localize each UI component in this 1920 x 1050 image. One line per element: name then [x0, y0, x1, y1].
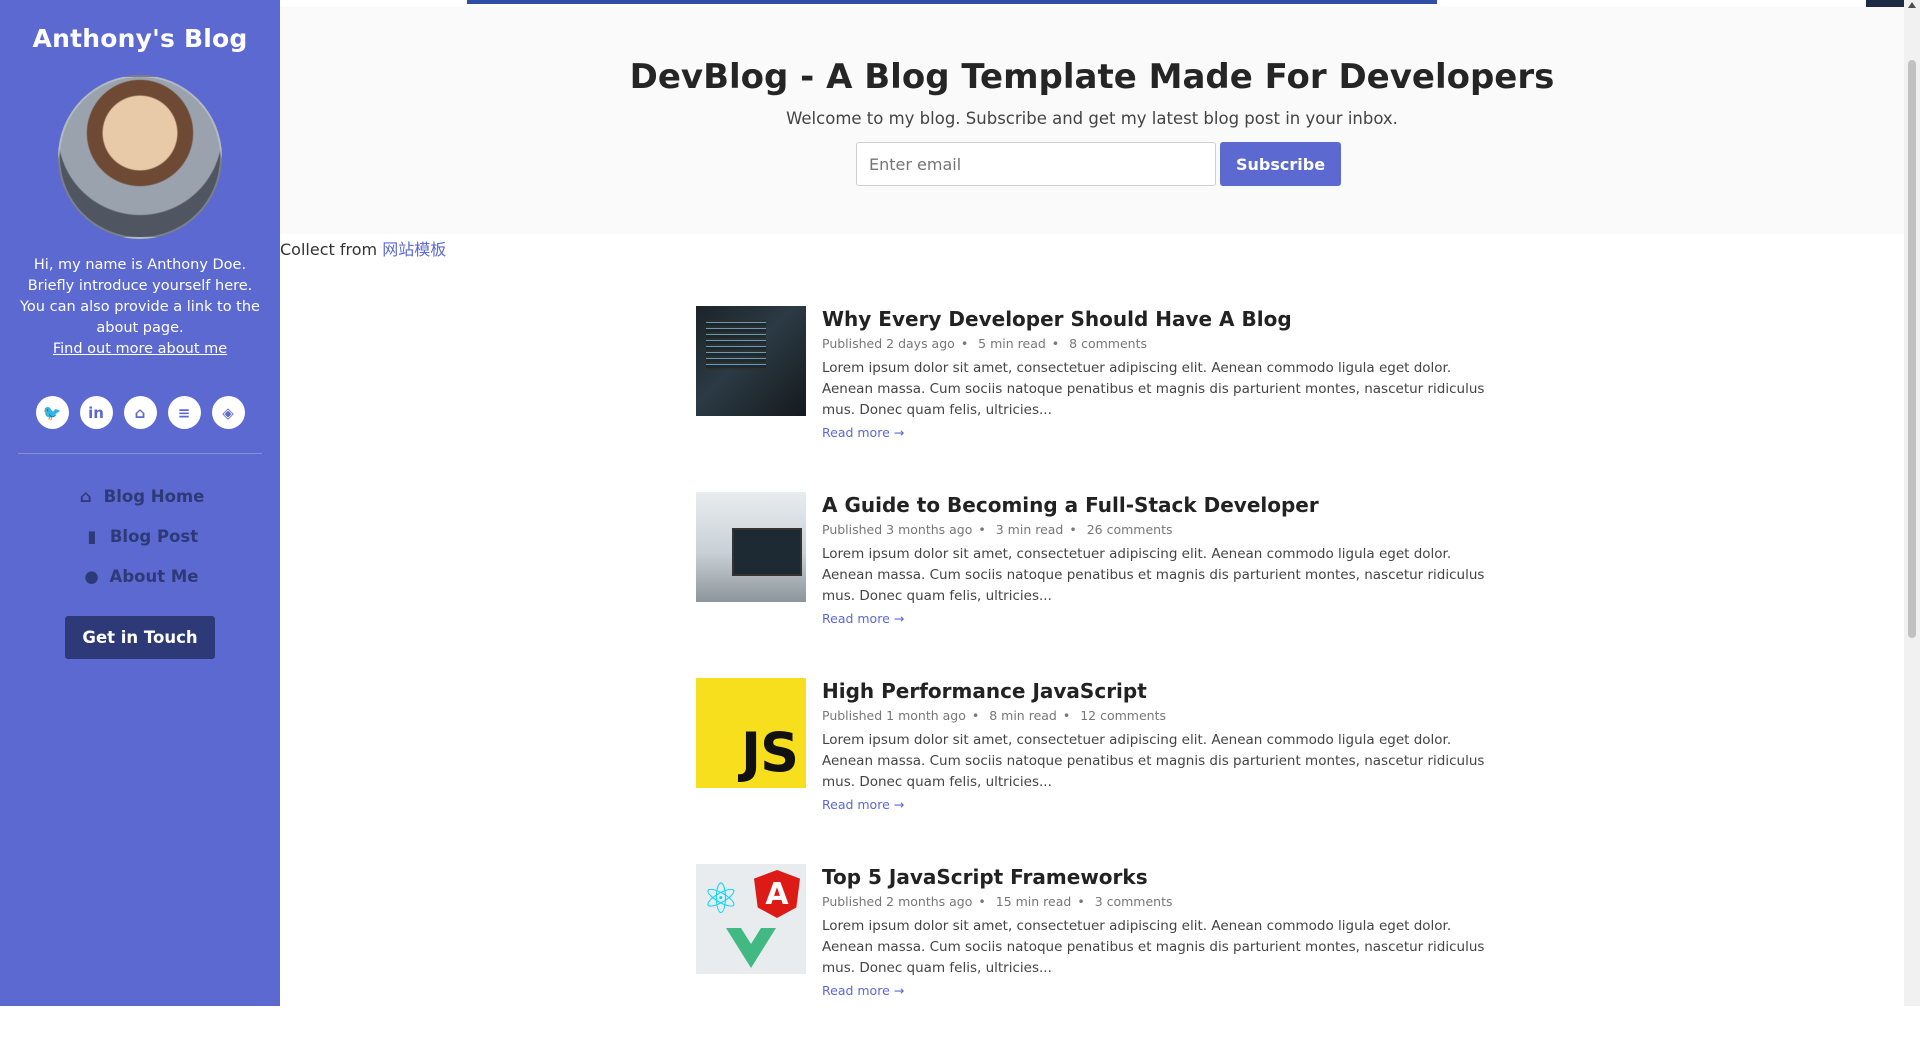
signup-form: Subscribe: [856, 142, 1342, 186]
post-date: Published 2 days ago: [822, 336, 955, 351]
post-item: ⚛ A Top 5 JavaScript Frameworks Publishe…: [696, 864, 1496, 1050]
angular-logo-icon: A: [754, 870, 800, 918]
codepen-icon[interactable]: ◈: [211, 396, 245, 429]
post-item: Why Every Developer Should Have A Blog P…: [696, 306, 1496, 492]
hero-section: DevBlog - A Blog Template Made For Devel…: [280, 7, 1904, 234]
post-excerpt: Lorem ipsum dolor sit amet, consectetuer…: [822, 546, 1485, 604]
post-title[interactable]: Why Every Developer Should Have A Blog: [822, 306, 1496, 332]
react-logo-icon: ⚛: [702, 874, 740, 923]
post-excerpt: Lorem ipsum dolor sit amet, consectetuer…: [822, 918, 1485, 976]
post-comments[interactable]: 26 comments: [1087, 522, 1173, 537]
post-read-time: 5 min read: [978, 336, 1046, 351]
nav-item-label: About Me: [109, 566, 199, 586]
post-excerpt: Lorem ipsum dolor sit amet, consectetuer…: [822, 732, 1485, 790]
get-in-touch-button[interactable]: Get in Touch: [65, 616, 215, 659]
post-read-time: 15 min read: [995, 894, 1072, 909]
twitter-icon[interactable]: 🐦: [35, 396, 69, 429]
post-thumbnail-laptop-desk[interactable]: [696, 492, 806, 602]
collect-link[interactable]: 网站模板: [382, 240, 446, 259]
post-meta: Published 3 months ago • 3 min read • 26 c…: [822, 522, 1173, 537]
post-meta: Published 2 months ago • 15 min read • 3 c…: [822, 894, 1173, 909]
post-meta: Published 1 month ago • 8 min read • 12 co…: [822, 708, 1166, 723]
post-date: Published 2 months ago: [822, 894, 973, 909]
sidebar-divider: [18, 453, 262, 454]
nav-item-blog-home[interactable]: ⌂ Blog Home: [0, 476, 280, 516]
post-date: Published 3 months ago: [822, 522, 973, 537]
post-item: A Guide to Becoming a Full-Stack Develop…: [696, 492, 1496, 678]
js-logo-text: JS: [741, 721, 799, 784]
nav-item-blog-post[interactable]: ▮ Blog Post: [0, 516, 280, 556]
page-title: DevBlog - A Blog Template Made For Devel…: [629, 57, 1555, 97]
social-links: 🐦 in ⌂ ≡ ◈: [0, 396, 280, 429]
scrollbar-thumb[interactable]: [1908, 60, 1916, 638]
post-read-time: 3 min read: [995, 522, 1064, 537]
nav-item-about-me[interactable]: ● About Me: [0, 556, 280, 596]
post-comments[interactable]: 12 comments: [1080, 708, 1166, 723]
post-date: Published 1 month ago: [822, 708, 966, 723]
github-icon[interactable]: ⌂: [123, 396, 157, 429]
read-more-link[interactable]: Read more →: [822, 983, 904, 998]
about-link[interactable]: Find out more about me: [53, 339, 227, 360]
email-input[interactable]: [856, 142, 1216, 186]
vue-logo-icon: [726, 928, 776, 968]
hero-tagline: Welcome to my blog. Subscribe and get my…: [786, 109, 1398, 128]
subscribe-button[interactable]: Subscribe: [1220, 142, 1342, 186]
post-excerpt: Lorem ipsum dolor sit amet, consectetuer…: [822, 360, 1485, 418]
sidebar-nav: ⌂ Blog Home ▮ Blog Post ● About Me: [0, 476, 280, 596]
post-comments[interactable]: 3 comments: [1095, 894, 1173, 909]
collect-prefix: Collect from: [280, 240, 378, 259]
bio: Hi, my name is Anthony Doe. Briefly intr…: [18, 255, 262, 360]
read-more-link[interactable]: Read more →: [822, 797, 904, 812]
post-title[interactable]: High Performance JavaScript: [822, 678, 1496, 704]
collect-note: Collect from 网站模板: [280, 236, 446, 260]
read-more-link[interactable]: Read more →: [822, 425, 904, 440]
avatar: [58, 75, 222, 239]
post-thumbnail-js-logo[interactable]: JS: [696, 678, 806, 788]
page-load-progress-bar: [467, 0, 1437, 4]
bio-text: Hi, my name is Anthony Doe. Briefly intr…: [20, 257, 260, 336]
nav-item-label: Blog Post: [109, 526, 199, 546]
user-icon: ●: [84, 566, 99, 586]
post-title[interactable]: A Guide to Becoming a Full-Stack Develop…: [822, 492, 1496, 518]
post-list: Why Every Developer Should Have A Blog P…: [696, 306, 1496, 1050]
post-thumbnail-laptop-code[interactable]: [696, 306, 806, 416]
home-icon: ⌂: [79, 486, 92, 506]
site-title[interactable]: Anthony's Blog: [0, 24, 280, 53]
post-read-time: 8 min read: [989, 708, 1057, 723]
sidebar: Anthony's Blog Hi, my name is Anthony Do…: [0, 0, 280, 1006]
post-item: JS High Performance JavaScript Published…: [696, 678, 1496, 864]
post-thumbnail-frameworks[interactable]: ⚛ A: [696, 864, 806, 974]
post-meta: Published 2 days ago • 5 min read • 8 comm…: [822, 336, 1147, 351]
stackoverflow-icon[interactable]: ≡: [167, 396, 201, 429]
read-more-link[interactable]: Read more →: [822, 611, 904, 626]
linkedin-icon[interactable]: in: [79, 396, 113, 429]
post-comments[interactable]: 8 comments: [1069, 336, 1147, 351]
scroll-up-arrow-icon[interactable]: [1908, 2, 1916, 8]
bookmark-icon: ▮: [87, 526, 97, 546]
post-title[interactable]: Top 5 JavaScript Frameworks: [822, 864, 1496, 890]
nav-item-label: Blog Home: [103, 486, 205, 506]
